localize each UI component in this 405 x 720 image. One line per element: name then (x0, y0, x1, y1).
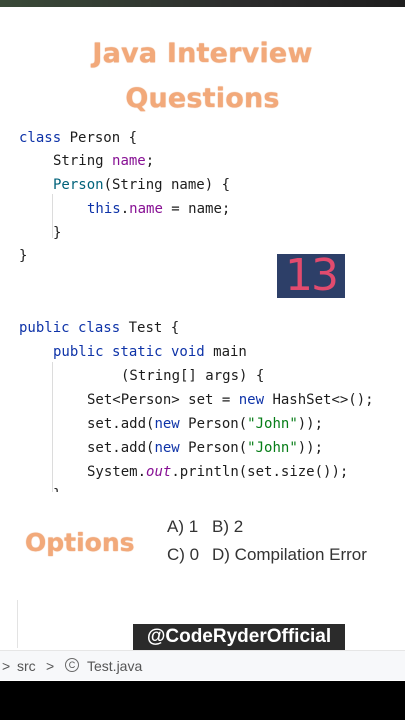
top-edge-bar (0, 0, 405, 7)
breadcrumb-item-file[interactable]: Test.java (87, 658, 142, 674)
code-line-4: this.name = name; (87, 201, 231, 217)
watermark: @CodeRyderOfficial (133, 624, 345, 650)
code-line-6: } (19, 248, 28, 264)
code-line-3: Person(String name) { (53, 177, 231, 193)
code-line-5: } (53, 225, 62, 241)
breadcrumb-chevron-icon: > (46, 658, 55, 674)
code-line-11: set.add(new Person("John")); (87, 416, 324, 432)
indent-guide (52, 362, 53, 492)
question-number-badge: 13 (277, 254, 345, 298)
breadcrumb-item-src[interactable]: src (17, 658, 36, 674)
code-line-10: Set<Person> set = new HashSet<>(); (87, 392, 374, 408)
code-line-9: (String[] args) { (121, 368, 265, 384)
code-editor[interactable]: class Person { String name; Person(Strin… (0, 122, 405, 492)
breadcrumb-chevron-icon: > (2, 658, 11, 674)
option-c: C) 0 (167, 545, 200, 564)
code-line-13: System.out.println(set.size()); (87, 464, 349, 480)
breadcrumb: > src > C Test.java (0, 650, 405, 680)
editor-gutter-line (17, 600, 18, 648)
code-line-8: public static void main (53, 344, 247, 360)
code-line-7: public class Test { (19, 320, 180, 336)
title-line-1: Java Interview (92, 38, 313, 69)
title-line-2: Questions (125, 83, 280, 114)
bottom-black-bar (0, 681, 405, 720)
code-line-12: set.add(new Person("John")); (87, 440, 324, 456)
option-a: A) 1 (167, 517, 199, 536)
code-line-14: } (53, 484, 61, 492)
code-line-2: String name; (53, 153, 155, 169)
code-line-1: class Person { (19, 130, 138, 146)
class-icon: C (65, 658, 79, 672)
option-b: B) 2 (212, 517, 244, 536)
options-label: Options (25, 528, 135, 557)
option-d: D) Compilation Error (212, 545, 367, 564)
